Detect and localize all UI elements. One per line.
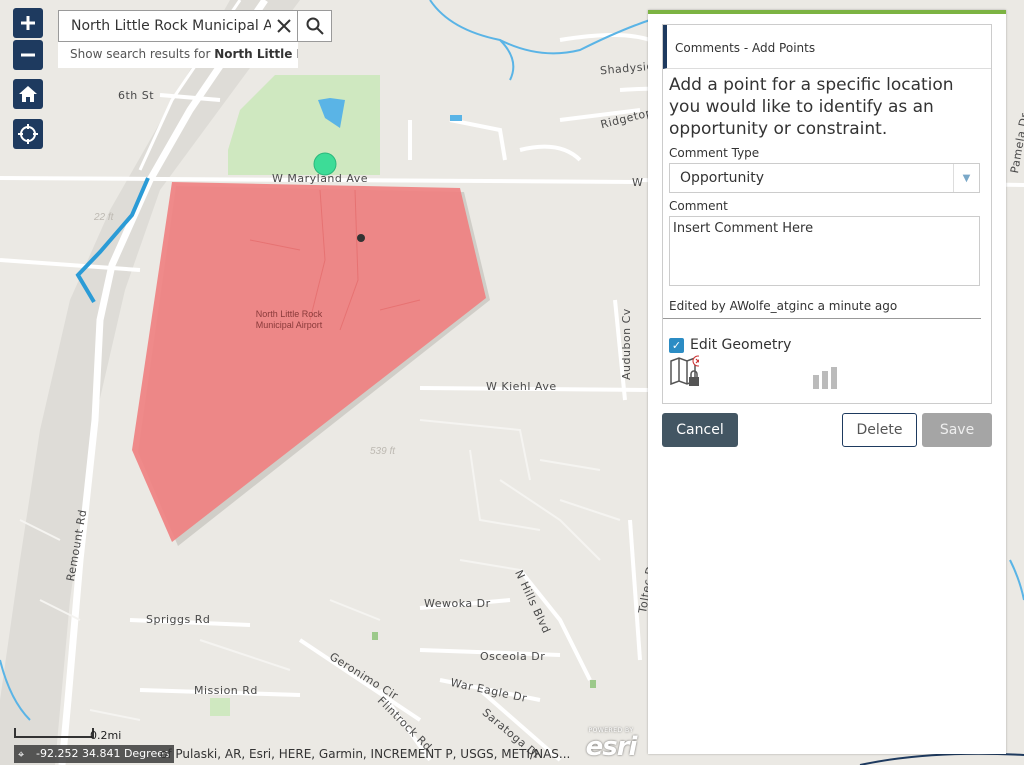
- airport-label: North Little Rock Municipal Airport: [255, 309, 323, 330]
- panel-header: Comments - Add Points: [663, 25, 991, 69]
- cancel-button[interactable]: Cancel: [662, 413, 738, 447]
- zoom-in-button[interactable]: [13, 8, 43, 38]
- road-label: Wewoka Dr: [424, 597, 491, 610]
- home-icon: [19, 86, 37, 102]
- minus-icon: [21, 53, 35, 57]
- plus-icon: [21, 16, 35, 30]
- locate-icon: [18, 124, 38, 144]
- comment-type-select[interactable]: Opportunity ▼: [669, 163, 980, 193]
- search-box: [58, 10, 332, 42]
- search-button[interactable]: [297, 11, 331, 41]
- home-button[interactable]: [13, 79, 43, 109]
- road-label: Osceola Dr: [480, 650, 546, 663]
- bars-icon: [813, 367, 837, 389]
- checkbox-checked-icon[interactable]: ✓: [669, 337, 684, 353]
- attribute-inspector: Comments - Add Points Add a point for a …: [662, 24, 992, 404]
- comment-textarea[interactable]: Insert Comment Here: [669, 216, 980, 286]
- edit-geometry-toggle[interactable]: ✓ Edit Geometry: [669, 337, 991, 353]
- road-label: W Maryland Ave: [272, 172, 369, 185]
- search-hint-term: North Little R...: [214, 47, 298, 61]
- comment-type-value: Opportunity: [680, 170, 765, 186]
- coordinate-readout[interactable]: ⌖ -92.252 34.841 Degrees: [14, 745, 174, 763]
- road-label: Mission Rd: [194, 684, 258, 697]
- save-button[interactable]: Save: [922, 413, 992, 447]
- elevation-label: 539 ft: [370, 446, 396, 457]
- edit-panel: Comments - Add Points Add a point for a …: [648, 10, 1006, 754]
- road-label: 6th St: [118, 89, 155, 102]
- delete-button[interactable]: Delete: [842, 413, 917, 447]
- zoom-out-button[interactable]: [13, 40, 43, 70]
- esri-logo[interactable]: POWERED BY esri: [580, 727, 642, 761]
- close-icon: [277, 19, 291, 33]
- chevron-down-icon[interactable]: ▼: [953, 164, 979, 192]
- locate-button[interactable]: [13, 119, 43, 149]
- road-label: W Kiehl Ave: [486, 380, 557, 393]
- road-label: Audubon Cv: [620, 308, 633, 380]
- scale-bar: [14, 728, 94, 738]
- scale-label: 0.2mi: [90, 729, 122, 742]
- road-label: W: [632, 176, 644, 189]
- map-point: [357, 234, 365, 242]
- edited-by-text: Edited by AWolfe_atginc a minute ago: [663, 299, 981, 319]
- crosshair-icon: ⌖: [18, 748, 25, 761]
- road-label: Spriggs Rd: [146, 613, 211, 626]
- geometry-tools: [663, 353, 991, 393]
- clear-search-button[interactable]: [271, 11, 297, 41]
- search-suggestion[interactable]: Show search results for North Little R..…: [58, 42, 298, 68]
- attribution-text[interactable]: of Pulaski, AR, Esri, HERE, Garmin, INCR…: [160, 747, 570, 761]
- search-input[interactable]: [59, 11, 271, 41]
- search-icon: [306, 17, 324, 35]
- comment-type-label: Comment Type: [669, 146, 760, 160]
- edit-geometry-label: Edit Geometry: [690, 337, 792, 353]
- search-hint-prefix: Show search results for: [70, 47, 215, 61]
- comment-label: Comment: [669, 199, 728, 213]
- elevation-label: 22 ft: [94, 212, 114, 223]
- esri-wordmark: esri: [585, 732, 638, 762]
- panel-description: Add a point for a specific location you …: [669, 75, 954, 139]
- coordinate-text: -92.252 34.841 Degrees: [36, 747, 170, 760]
- locked-map-icon[interactable]: [669, 355, 699, 387]
